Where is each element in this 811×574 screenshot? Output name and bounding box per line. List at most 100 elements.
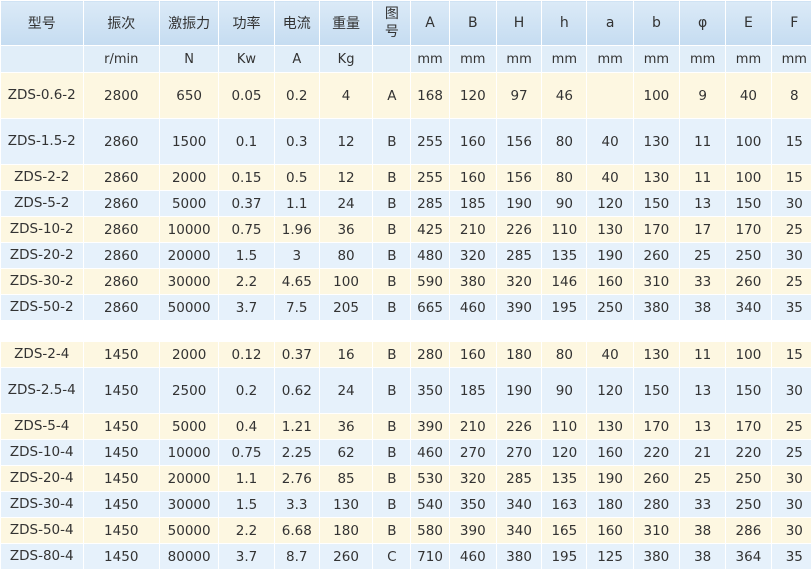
table-cell: 425 — [410, 216, 450, 243]
table-cell: 36 — [318, 216, 374, 243]
table-cell: 2860 — [82, 190, 160, 217]
table-cell: 100 — [318, 268, 374, 295]
table-cell: 80000 — [158, 543, 220, 570]
table-cell: 280 — [632, 491, 681, 518]
table-cell: 2.2 — [218, 268, 275, 295]
table-cell: 150 — [632, 190, 681, 217]
table-cell: 130 — [318, 491, 374, 518]
unit-cell: r/min — [82, 45, 160, 73]
table-cell: 33 — [679, 268, 727, 295]
table-cell: 285 — [495, 465, 543, 492]
table-cell: 25 — [770, 439, 811, 466]
table-cell: 160 — [586, 517, 634, 544]
table-cell: 1.5 — [218, 242, 275, 269]
table-cell: 130 — [632, 118, 681, 165]
table-cell: 1.1 — [218, 465, 275, 492]
table-cell: 226 — [495, 216, 543, 243]
table-cell: B — [372, 242, 412, 269]
column-header: h — [541, 0, 588, 46]
column-header-label: 图号 — [384, 6, 399, 40]
table-cell: 46 — [541, 72, 588, 119]
table-cell: 80 — [318, 242, 374, 269]
table-body: ZDS-0.6-2 2800 650 0.05 0.2 4 A 168 120 97 46 100 9 4… — [0, 72, 811, 570]
table-cell: 250 — [725, 242, 772, 269]
unit-cell: mm — [632, 45, 681, 73]
column-header: A — [410, 0, 450, 46]
table-cell: 62 — [318, 439, 374, 466]
table-cell: B — [372, 491, 412, 518]
unit-cell: mm — [495, 45, 543, 73]
table-cell: 340 — [725, 294, 772, 321]
table-cell: B — [372, 164, 412, 191]
table-cell: 21 — [679, 439, 727, 466]
unit-cell: mm — [410, 45, 450, 73]
table-cell: 390 — [448, 517, 497, 544]
column-header: 图号 — [372, 0, 412, 46]
table-cell: 33 — [679, 491, 727, 518]
unit-cell: mm — [770, 45, 811, 73]
table-cell: 11 — [679, 164, 727, 191]
model-cell: ZDS-10-4 — [0, 439, 84, 466]
table-cell: 9 — [679, 72, 727, 119]
table-cell: 580 — [410, 517, 450, 544]
table-row: ZDS-1.5-2 2860 1500 0.1 0.3 12 B 255 160 156 80 40 1… — [0, 118, 811, 165]
table-cell: 40 — [725, 72, 772, 119]
table-cell: 540 — [410, 491, 450, 518]
table-cell: 250 — [725, 465, 772, 492]
unit-cell: mm — [541, 45, 588, 73]
table-cell: 160 — [586, 268, 634, 295]
table-cell: 0.2 — [273, 72, 320, 119]
model-cell: ZDS-80-4 — [0, 543, 84, 570]
table-cell: 364 — [725, 543, 772, 570]
table-cell: 20000 — [158, 242, 220, 269]
table-cell: 2500 — [158, 367, 220, 414]
table-cell: 30 — [770, 517, 811, 544]
table-cell: 2860 — [82, 242, 160, 269]
table-cell: 320 — [495, 268, 543, 295]
table-cell: 97 — [495, 72, 543, 119]
table-cell: 340 — [495, 491, 543, 518]
table-cell: 40 — [586, 118, 634, 165]
table-cell: 30 — [770, 367, 811, 414]
table-cell: 195 — [541, 294, 588, 321]
table-cell: 40 — [586, 164, 634, 191]
column-header: 振次 — [82, 0, 160, 46]
table-cell: 6.68 — [273, 517, 320, 544]
table-cell: 30 — [770, 491, 811, 518]
table-cell: 1.5 — [218, 491, 275, 518]
table-row: ZDS-2-4 1450 2000 0.12 0.37 16 B 280 160 180 80 40 1… — [0, 341, 811, 368]
table-cell: 30000 — [158, 268, 220, 295]
table-cell: 320 — [448, 242, 497, 269]
table-cell: 5000 — [158, 190, 220, 217]
table-cell: 110 — [541, 216, 588, 243]
table-cell: 220 — [725, 439, 772, 466]
table-cell: 50000 — [158, 294, 220, 321]
table-cell: 17 — [679, 216, 727, 243]
table-cell: 36 — [318, 413, 374, 440]
table-cell: 150 — [725, 190, 772, 217]
table-cell: 135 — [541, 242, 588, 269]
table-cell: 156 — [495, 164, 543, 191]
table-cell: 15 — [770, 341, 811, 368]
table-cell: 286 — [725, 517, 772, 544]
group-separator — [0, 320, 811, 342]
spec-table: 型号 振次 激振力 功率 电流 重量 图号 A B Hh a b φ E F r/min N Kw A Kg mm mm… — [0, 0, 811, 570]
unit-cell: A — [273, 45, 320, 73]
table-cell: 460 — [448, 294, 497, 321]
table-row: ZDS-2-2 2860 2000 0.15 0.5 12 B 255 160 156 80 40 13… — [0, 164, 811, 191]
table-cell: 130 — [632, 341, 681, 368]
table-cell: 390 — [495, 294, 543, 321]
table-cell: 0.75 — [218, 216, 275, 243]
table-cell: 110 — [541, 413, 588, 440]
table-row: ZDS-5-2 2860 5000 0.37 1.1 24 B 285 185 190 90 120 1… — [0, 190, 811, 217]
table-row: ZDS-80-4 1450 80000 3.7 8.7 260 C 710 460 380 195 1… — [0, 543, 811, 570]
table-cell: 255 — [410, 164, 450, 191]
table-cell: 13 — [679, 190, 727, 217]
table-cell: 190 — [586, 242, 634, 269]
table-cell: 250 — [725, 491, 772, 518]
table-cell: 7.5 — [273, 294, 320, 321]
table-cell: 0.5 — [273, 164, 320, 191]
table-cell: 350 — [448, 491, 497, 518]
table-cell: 280 — [410, 341, 450, 368]
table-row: ZDS-50-4 1450 50000 2.2 6.68 180 B 580 390 340 165… — [0, 517, 811, 544]
